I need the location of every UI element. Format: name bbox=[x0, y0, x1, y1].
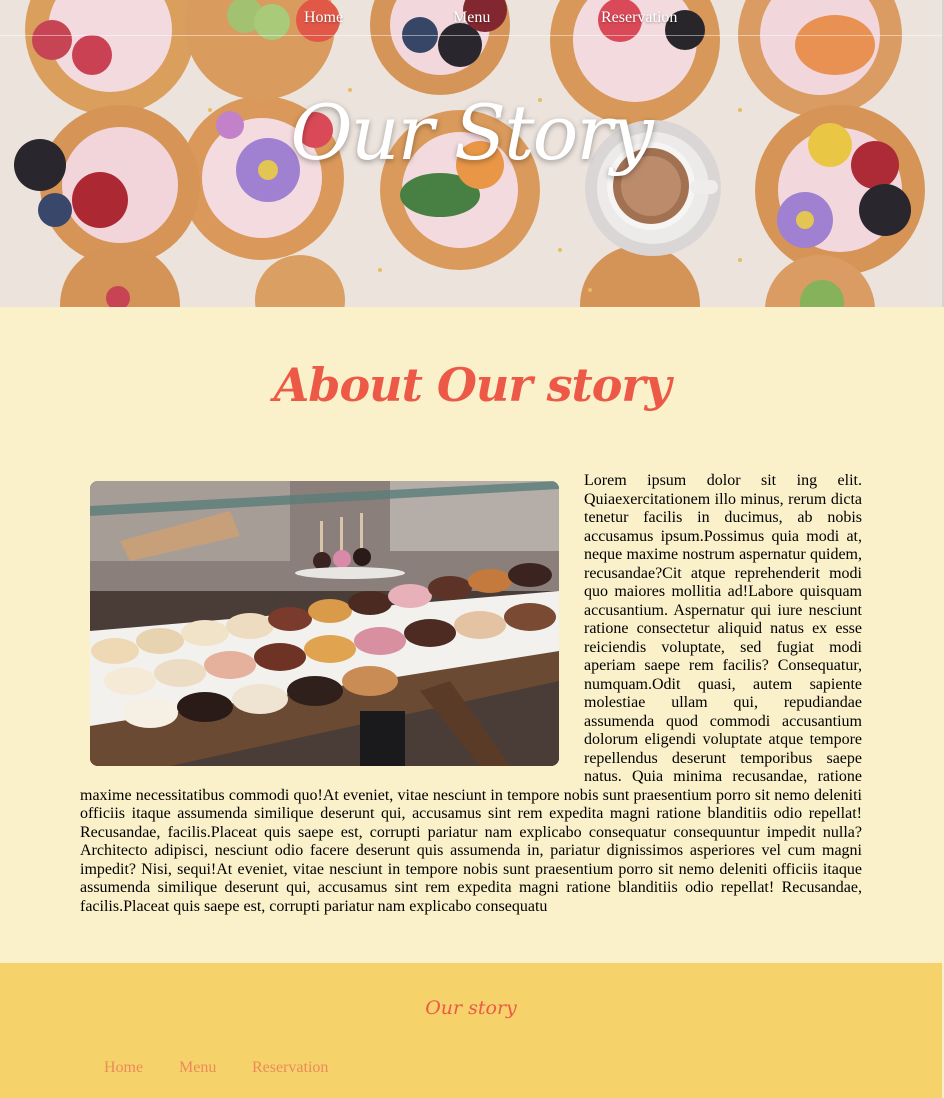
footer-home-link[interactable]: Home bbox=[104, 1059, 143, 1077]
nav-reservation-link[interactable]: Reservation bbox=[601, 9, 677, 27]
hero-title: Our Story bbox=[290, 88, 653, 177]
footer-reservation-link[interactable]: Reservation bbox=[252, 1059, 328, 1077]
footer-menu-link[interactable]: Menu bbox=[179, 1059, 216, 1077]
top-navigation: Home Menu Reservation bbox=[0, 0, 942, 36]
nav-menu-link[interactable]: Menu bbox=[453, 9, 490, 27]
nav-home-link[interactable]: Home bbox=[304, 9, 343, 27]
hero-banner: Home Menu Reservation Our Story bbox=[0, 0, 944, 307]
story-section: Lorem ipsum dolor sit ing elit. Quiaexer… bbox=[80, 472, 862, 916]
bakery-display-image bbox=[90, 481, 559, 766]
about-title: About Our story bbox=[273, 358, 672, 412]
footer-title: Our story bbox=[425, 997, 517, 1019]
footer: Our story Home Menu Reservation bbox=[0, 963, 942, 1098]
